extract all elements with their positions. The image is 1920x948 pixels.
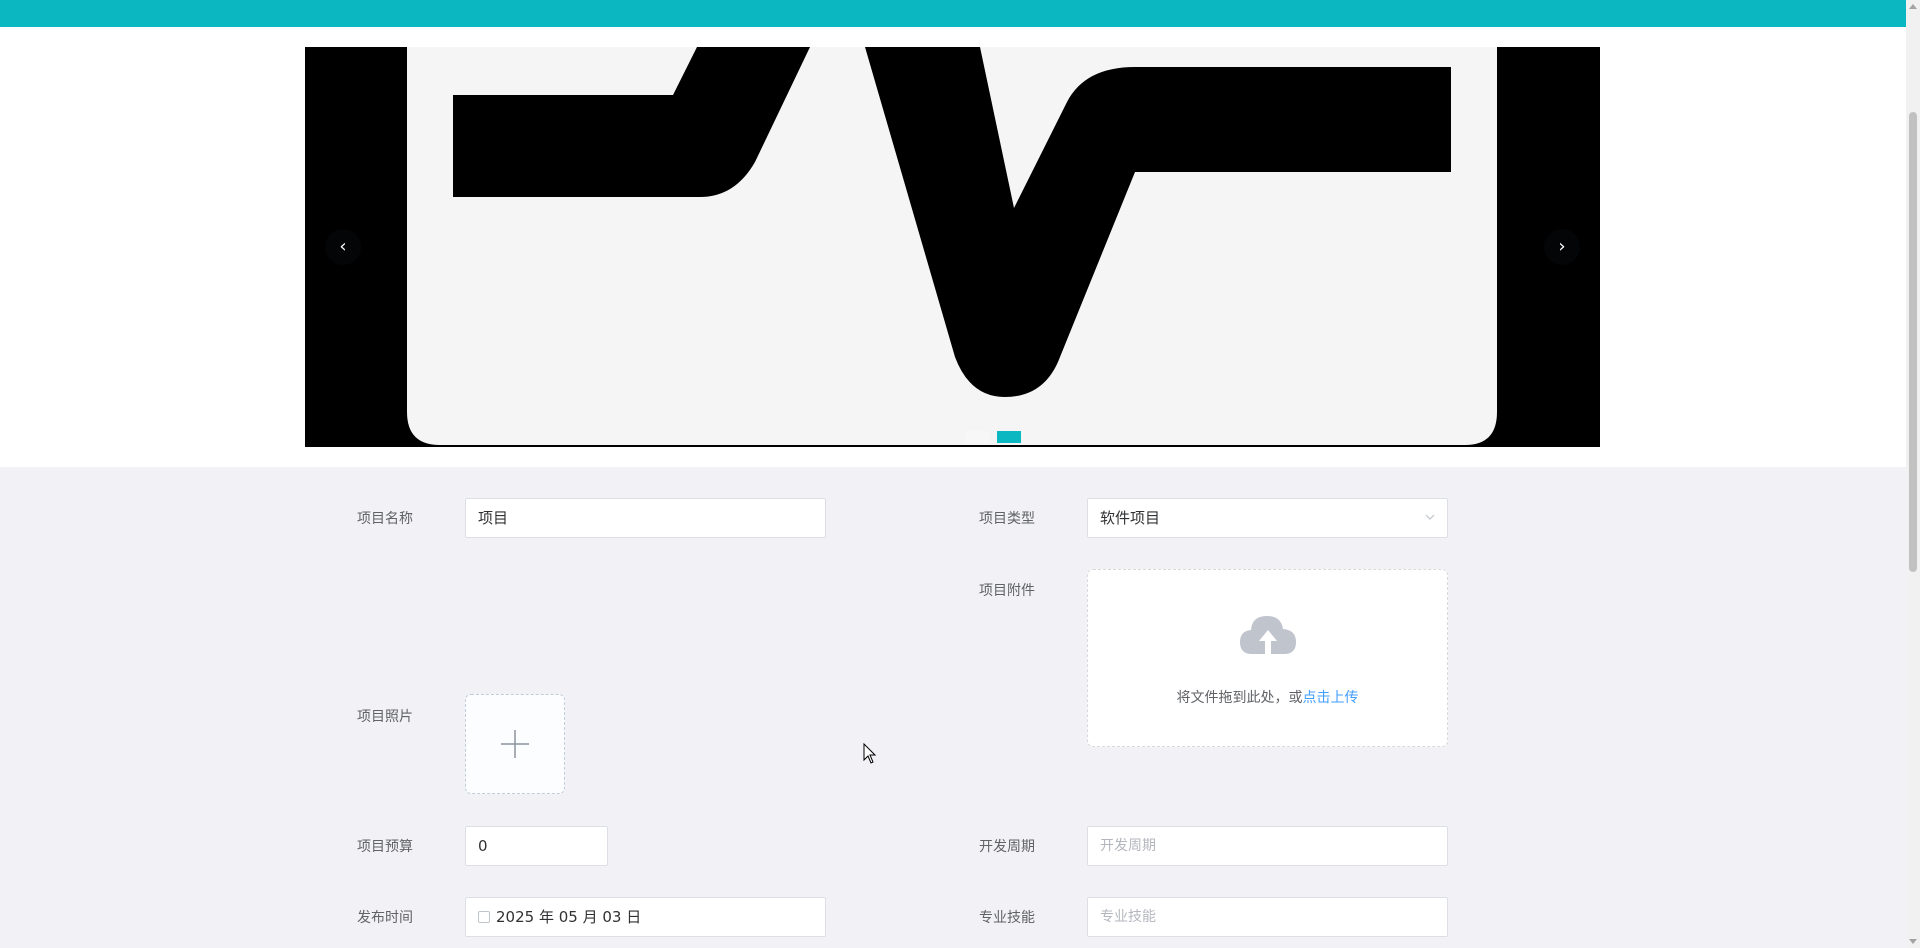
scrollbar-thumb[interactable] [1909, 112, 1917, 572]
chevron-down-icon [1425, 514, 1435, 520]
carousel-indicators [345, 431, 1600, 443]
project-type-value: 软件项目 [1100, 509, 1161, 527]
photo-upload-button[interactable] [465, 694, 565, 794]
top-nav-bar [0, 0, 1906, 27]
publish-time-label: 发布时间 [357, 910, 413, 926]
click-upload-link[interactable]: 点击上传 [1303, 690, 1359, 706]
carousel-next-button[interactable]: › [1544, 229, 1580, 265]
scroll-down-arrow[interactable] [1909, 939, 1917, 944]
scroll-up-arrow[interactable] [1909, 4, 1917, 9]
project-form [0, 467, 1906, 948]
publish-date-value: 2025 年 05 月 03 日 [496, 908, 642, 926]
carousel-indicator[interactable] [964, 431, 989, 443]
banner-image [305, 47, 1600, 447]
upload-hint-text: 将文件拖到此处，或 [1176, 690, 1303, 706]
banner-carousel: ‹ › [305, 47, 1600, 447]
attachment-upload-dragger[interactable]: 将文件拖到此处，或点击上传 [1087, 569, 1448, 747]
dev-cycle-input[interactable]: 开发周期 [1087, 826, 1448, 866]
carousel-section: ‹ › [0, 27, 1906, 467]
chevron-right-icon: › [1558, 236, 1566, 257]
dev-cycle-label: 开发周期 [979, 839, 1035, 855]
chevron-left-icon: ‹ [339, 236, 347, 257]
carousel-prev-button[interactable]: ‹ [325, 229, 361, 265]
project-type-label: 项目类型 [979, 511, 1035, 527]
project-attachment-label: 项目附件 [979, 583, 1035, 599]
calendar-icon [478, 911, 490, 923]
skills-label: 专业技能 [979, 910, 1035, 926]
upload-hint: 将文件拖到此处，或点击上传 [1088, 687, 1447, 707]
mouse-cursor-icon [863, 743, 877, 764]
carousel-indicator-active[interactable] [996, 431, 1021, 443]
project-budget-input[interactable]: 0 [465, 826, 608, 866]
project-name-label: 项目名称 [357, 511, 413, 527]
project-type-select[interactable]: 软件项目 [1087, 498, 1448, 538]
nav-item[interactable] [930, 0, 994, 4]
project-name-input[interactable]: 项目 [465, 498, 826, 538]
project-photo-label: 项目照片 [357, 709, 413, 725]
publish-date-input[interactable]: 2025 年 05 月 03 日 [465, 897, 826, 937]
plus-icon [501, 730, 529, 758]
project-budget-label: 项目预算 [357, 839, 413, 855]
upload-cloud-icon [1240, 616, 1296, 654]
page-scrollbar[interactable] [1906, 0, 1920, 948]
nav-item[interactable] [1085, 0, 1149, 4]
skills-input[interactable]: 专业技能 [1087, 897, 1448, 937]
nav-item[interactable] [770, 0, 834, 4]
